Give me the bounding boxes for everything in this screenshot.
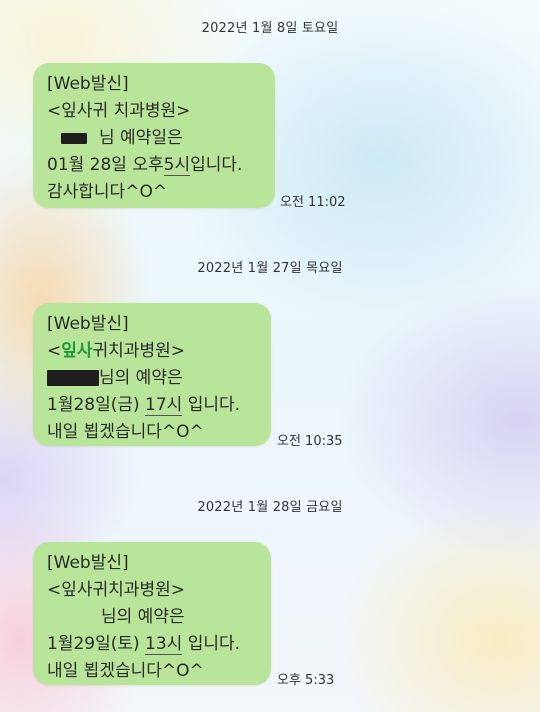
highlighted-text: 잎사 xyxy=(61,341,93,361)
message-line: <잎사귀 치과병원> xyxy=(47,101,191,121)
message-line: 1월29일(토) 13시 입니다. xyxy=(47,634,241,655)
chat-screen: { "chat": { "messages": [ { "date": "202… xyxy=(0,0,540,712)
date-divider: 2022년 1월 8일 토요일 xyxy=(201,21,339,36)
date-divider: 2022년 1월 28일 금요일 xyxy=(197,500,343,515)
message-time: 오전 10:35 xyxy=(277,434,343,449)
message-bubble[interactable]: [Web발신] <잎사귀치과병원> 님의 예약은 1월28일(금) 17시 입니… xyxy=(33,303,271,446)
message-time: 오후 5:33 xyxy=(277,673,335,688)
message-line: 01월 28일 오후5시입니다. xyxy=(47,155,243,176)
redacted-name xyxy=(61,132,87,144)
message-bubble[interactable]: [Web발신] <잎사귀치과병원> 님의 예약은 1월29일(토) 13시 입니… xyxy=(33,542,271,685)
message-line: 1월28일(금) 17시 입니다. xyxy=(47,395,241,416)
message-line: 님의 예약은 xyxy=(47,365,257,392)
message-line: [Web발신] xyxy=(47,74,129,94)
message-line: [Web발신] xyxy=(47,553,129,573)
message-line: 님의 예약은 xyxy=(101,607,185,627)
redacted-name xyxy=(47,370,99,386)
message-line: 내일 뵙겠습니다^O^ xyxy=(47,661,204,681)
message-line: [Web발신] xyxy=(47,314,129,334)
message-line: <잎사귀치과병원> xyxy=(47,580,185,600)
message-time: 오전 11:02 xyxy=(280,195,346,210)
message-line: 님 예약일은 xyxy=(47,125,261,152)
date-divider: 2022년 1월 27일 목요일 xyxy=(197,261,343,276)
message-line: 내일 뵙겠습니다^O^ xyxy=(47,422,204,442)
message-line: 감사합니다^O^ xyxy=(47,182,168,202)
message-bubble[interactable]: [Web발신] <잎사귀 치과병원> 님 예약일은 01월 28일 오후5시입니… xyxy=(33,63,275,208)
message-line: <잎사귀치과병원> xyxy=(47,341,185,361)
